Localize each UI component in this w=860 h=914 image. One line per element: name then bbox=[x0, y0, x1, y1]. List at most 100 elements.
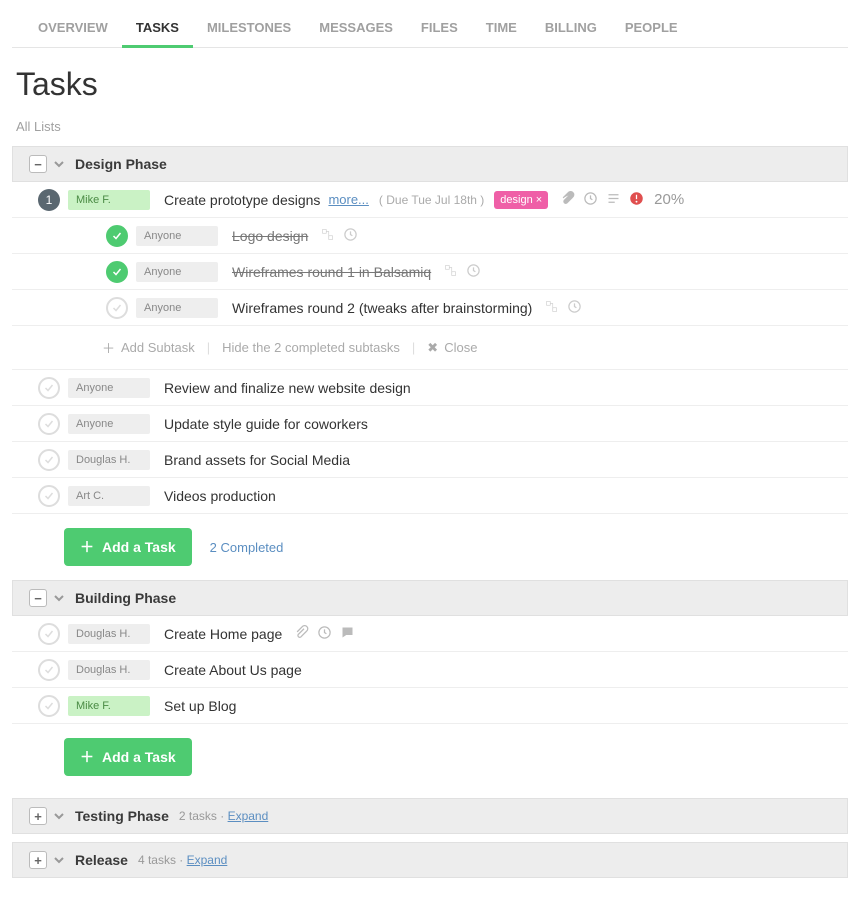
tab-people[interactable]: PEOPLE bbox=[611, 10, 692, 47]
add-task-button[interactable]: ＋Add a Task bbox=[64, 738, 192, 776]
assignee[interactable]: Anyone bbox=[68, 378, 150, 398]
list-name[interactable]: Release bbox=[75, 852, 128, 868]
checkbox[interactable] bbox=[106, 297, 128, 319]
assignee[interactable]: Douglas H. bbox=[68, 450, 150, 470]
tab-time[interactable]: TIME bbox=[472, 10, 531, 47]
alert-icon bbox=[629, 191, 644, 209]
task-title: Review and finalize new website design bbox=[164, 380, 411, 396]
subtask-count-badge: 1 bbox=[38, 189, 60, 211]
page-title: Tasks bbox=[0, 48, 860, 113]
checkbox[interactable] bbox=[38, 695, 60, 717]
task-row[interactable]: Douglas H. Create Home page bbox=[12, 616, 848, 652]
clock-icon[interactable] bbox=[567, 299, 582, 317]
list-name[interactable]: Testing Phase bbox=[75, 808, 169, 824]
tag-remove-icon[interactable]: × bbox=[536, 194, 542, 206]
checkbox[interactable] bbox=[38, 485, 60, 507]
more-link[interactable]: more... bbox=[328, 192, 368, 207]
assignee[interactable]: Anyone bbox=[68, 414, 150, 434]
task-row[interactable]: 1 Mike F. Create prototype designs more.… bbox=[12, 182, 848, 218]
checkbox[interactable] bbox=[106, 261, 128, 283]
attachment-icon[interactable] bbox=[294, 625, 309, 643]
clock-icon[interactable] bbox=[466, 263, 481, 281]
task-title: Logo design bbox=[232, 228, 308, 244]
tab-billing[interactable]: BILLING bbox=[531, 10, 611, 47]
subtask-icon[interactable] bbox=[320, 227, 335, 245]
expand-link[interactable]: Expand bbox=[187, 853, 228, 867]
task-row[interactable]: Anyone Review and finalize new website d… bbox=[12, 370, 848, 406]
checkbox[interactable] bbox=[38, 449, 60, 471]
checkbox[interactable] bbox=[38, 377, 60, 399]
expand-link[interactable]: Expand bbox=[228, 809, 269, 823]
task-title: Wireframes round 2 (tweaks after brainst… bbox=[232, 300, 532, 316]
task-row[interactable]: Art C. Videos production bbox=[12, 478, 848, 514]
comment-icon[interactable] bbox=[340, 625, 355, 643]
tab-files[interactable]: FILES bbox=[407, 10, 472, 47]
task-title: Create Home page bbox=[164, 626, 282, 642]
subtask-row[interactable]: Anyone Logo design bbox=[12, 218, 848, 254]
tab-messages[interactable]: MESSAGES bbox=[305, 10, 407, 47]
tab-tasks[interactable]: TASKS bbox=[122, 10, 193, 48]
collapse-button[interactable]: − bbox=[29, 155, 47, 173]
assignee[interactable]: Anyone bbox=[136, 298, 218, 318]
chevron-down-icon[interactable] bbox=[53, 854, 65, 866]
assignee[interactable]: Art C. bbox=[68, 486, 150, 506]
task-title: Create prototype designs bbox=[164, 192, 320, 208]
subtask-icon[interactable] bbox=[443, 263, 458, 281]
attachment-icon[interactable] bbox=[560, 191, 575, 209]
list-header-design: − Design Phase bbox=[12, 146, 848, 182]
tab-overview[interactable]: OVERVIEW bbox=[24, 10, 122, 47]
close-icon: ✖ bbox=[427, 340, 438, 356]
list-meta: 2 tasks · Expand bbox=[179, 809, 268, 823]
subtask-row[interactable]: Anyone Wireframes round 2 (tweaks after … bbox=[12, 290, 848, 326]
expand-button[interactable]: + bbox=[29, 807, 47, 825]
assignee[interactable]: Anyone bbox=[136, 226, 218, 246]
list-header-building: − Building Phase bbox=[12, 580, 848, 616]
add-task-button[interactable]: ＋Add a Task bbox=[64, 528, 192, 566]
assignee[interactable]: Douglas H. bbox=[68, 624, 150, 644]
nav-tabs: OVERVIEW TASKS MILESTONES MESSAGES FILES… bbox=[12, 10, 848, 48]
close-button[interactable]: ✖Close bbox=[427, 340, 477, 356]
expand-button[interactable]: + bbox=[29, 851, 47, 869]
clock-icon[interactable] bbox=[317, 625, 332, 643]
checkbox[interactable] bbox=[38, 413, 60, 435]
task-row[interactable]: Mike F. Set up Blog bbox=[12, 688, 848, 724]
list-header-testing: + Testing Phase 2 tasks · Expand bbox=[12, 798, 848, 834]
checkbox[interactable] bbox=[106, 225, 128, 247]
task-row[interactable]: Douglas H. Brand assets for Social Media bbox=[12, 442, 848, 478]
chevron-down-icon[interactable] bbox=[53, 158, 65, 170]
tab-milestones[interactable]: MILESTONES bbox=[193, 10, 305, 47]
task-title: Wireframes round 1 in Balsamiq bbox=[232, 264, 431, 280]
task-title: Set up Blog bbox=[164, 698, 236, 714]
progress-percent: 20% bbox=[654, 191, 684, 208]
task-row[interactable]: Douglas H. Create About Us page bbox=[12, 652, 848, 688]
list-name[interactable]: Design Phase bbox=[75, 156, 167, 172]
assignee[interactable]: Anyone bbox=[136, 262, 218, 282]
subtask-row[interactable]: Anyone Wireframes round 1 in Balsamiq bbox=[12, 254, 848, 290]
list-header-release: + Release 4 tasks · Expand bbox=[12, 842, 848, 878]
hide-completed-subtasks[interactable]: Hide the 2 completed subtasks bbox=[222, 340, 400, 355]
chevron-down-icon[interactable] bbox=[53, 810, 65, 822]
checkbox[interactable] bbox=[38, 659, 60, 681]
subtask-icon[interactable] bbox=[544, 299, 559, 317]
plus-icon: ＋ bbox=[102, 338, 115, 357]
tag-design[interactable]: design× bbox=[494, 191, 548, 209]
task-title: Brand assets for Social Media bbox=[164, 452, 350, 468]
clock-icon[interactable] bbox=[343, 227, 358, 245]
collapse-button[interactable]: − bbox=[29, 589, 47, 607]
chevron-down-icon[interactable] bbox=[53, 592, 65, 604]
all-lists-link[interactable]: All Lists bbox=[0, 113, 860, 146]
due-date: ( Due Tue Jul 18th ) bbox=[379, 193, 484, 207]
add-subtask-button[interactable]: ＋Add Subtask bbox=[102, 338, 195, 357]
clock-icon[interactable] bbox=[583, 191, 598, 209]
plus-icon: ＋ bbox=[80, 747, 94, 767]
list-name[interactable]: Building Phase bbox=[75, 590, 176, 606]
checkbox[interactable] bbox=[38, 623, 60, 645]
task-row[interactable]: Anyone Update style guide for coworkers bbox=[12, 406, 848, 442]
list-icon[interactable] bbox=[606, 191, 621, 209]
add-task-section: ＋Add a Task 2 Completed bbox=[12, 514, 848, 580]
assignee[interactable]: Mike F. bbox=[68, 190, 150, 210]
assignee[interactable]: Mike F. bbox=[68, 696, 150, 716]
list-meta: 4 tasks · Expand bbox=[138, 853, 227, 867]
assignee[interactable]: Douglas H. bbox=[68, 660, 150, 680]
completed-link[interactable]: 2 Completed bbox=[210, 540, 284, 555]
